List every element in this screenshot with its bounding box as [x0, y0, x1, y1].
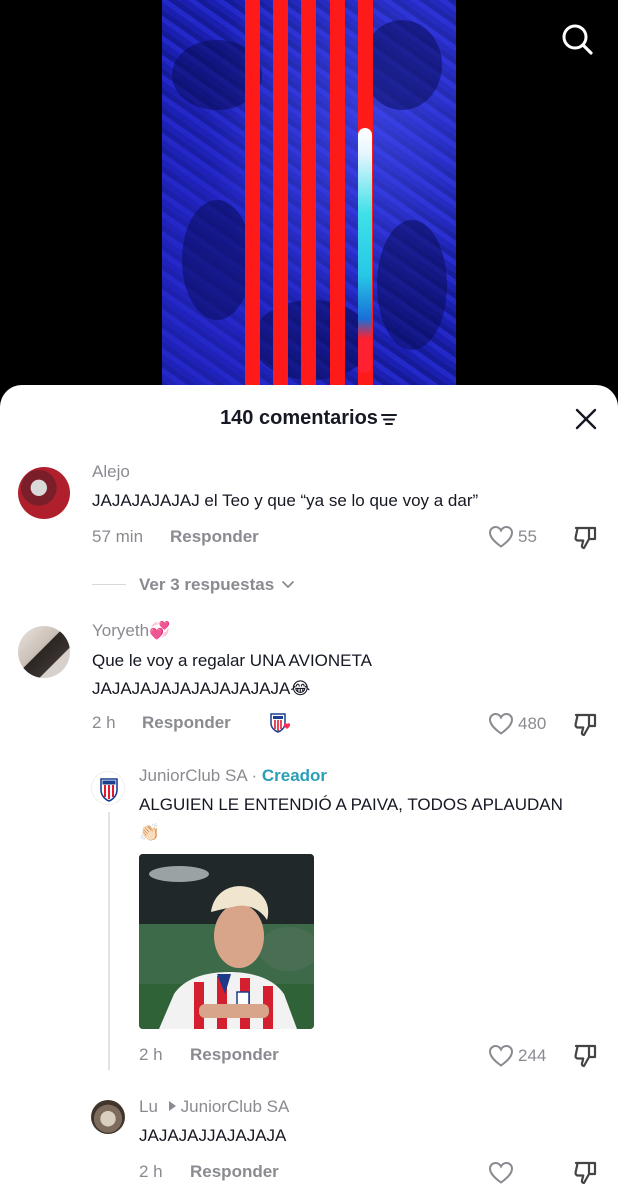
- crowd-shape: [182, 200, 252, 320]
- username-separator: ·: [246, 766, 262, 785]
- red-stripe: [245, 0, 260, 400]
- reply-arrow-icon: [168, 1101, 176, 1111]
- red-stripe: [301, 0, 316, 400]
- reply-time: 2 h: [139, 1045, 163, 1064]
- comment-time: 2 h: [92, 713, 116, 732]
- avatar[interactable]: [91, 1100, 125, 1134]
- avatar[interactable]: [18, 626, 70, 678]
- dislike-icon[interactable]: [572, 1042, 600, 1070]
- reply-time: 2 h: [139, 1162, 163, 1181]
- comment-time: 57 min: [92, 527, 144, 546]
- video-color-bar: [358, 128, 372, 373]
- comment-text-line-1: Que le voy a regalar UNA AVIONETA: [92, 651, 372, 670]
- reply-username-line: Lu JuniorClub SA: [139, 1097, 289, 1117]
- reply-thread-line: [108, 812, 110, 1070]
- chevron-down-icon: [281, 581, 294, 588]
- reply-username[interactable]: Lu: [139, 1097, 158, 1116]
- reply-gif-image[interactable]: [139, 854, 314, 1029]
- like-button[interactable]: 480: [488, 712, 546, 736]
- like-count: 480: [518, 714, 547, 733]
- red-stripe: [273, 0, 288, 400]
- view-replies-button[interactable]: Ver 3 respuestas: [139, 575, 295, 595]
- heart-icon: [488, 1044, 514, 1067]
- like-count: 55: [518, 527, 537, 546]
- like-button[interactable]: 244: [488, 1044, 546, 1068]
- crowd-shape: [377, 220, 447, 350]
- creator-badge: Creador: [261, 766, 328, 785]
- creator-liked-badge-icon: [270, 713, 291, 733]
- sort-lines-icon[interactable]: [380, 411, 398, 427]
- comments-title: 140 comentarios: [0, 407, 618, 430]
- replies-divider: [92, 584, 126, 585]
- dislike-icon[interactable]: [572, 711, 600, 739]
- reply-username[interactable]: JuniorClub SA: [139, 766, 247, 785]
- reply-button[interactable]: Responder: [142, 713, 231, 733]
- view-replies-label: Ver 3 respuestas: [139, 575, 275, 594]
- heart-icon: [488, 712, 514, 735]
- close-icon[interactable]: [572, 405, 600, 433]
- avatar[interactable]: [91, 771, 125, 805]
- reply-button[interactable]: Responder: [190, 1162, 279, 1182]
- reply-username-line: JuniorClub SA · Creador: [139, 766, 327, 786]
- reply-text: ALGUIEN LE ENTENDIÓ A PAIVA, TODOS APLAU…: [139, 795, 563, 814]
- reply-button[interactable]: Responder: [170, 527, 259, 547]
- gif-player-illustration: [139, 854, 314, 1029]
- heart-icon: [488, 525, 514, 548]
- like-count: 244: [518, 1046, 547, 1065]
- video-player[interactable]: [0, 0, 618, 400]
- crowd-shape: [362, 20, 442, 110]
- reply-to-username[interactable]: JuniorClub SA: [181, 1097, 290, 1116]
- like-button[interactable]: [488, 1161, 518, 1185]
- comment-text-line-2: JAJAJAJAJAJAJAJAJAJA😂: [92, 679, 311, 698]
- dislike-icon[interactable]: [572, 1159, 600, 1187]
- reply-button[interactable]: Responder: [190, 1045, 279, 1065]
- avatar[interactable]: [18, 467, 70, 519]
- reply-emoji: 👏🏻: [139, 823, 161, 842]
- like-button[interactable]: 55: [488, 525, 537, 549]
- sheet-header: 140 comentarios: [0, 385, 618, 451]
- comments-count-label: 140 comentarios: [220, 407, 378, 429]
- dislike-icon[interactable]: [572, 524, 600, 552]
- comment-username[interactable]: Yoryeth💞: [92, 621, 170, 641]
- reply-text: JAJAJAJJAJAJAJA: [139, 1126, 287, 1145]
- heart-icon: [488, 1161, 514, 1184]
- comment-username[interactable]: Alejo: [92, 462, 130, 482]
- comment-text: JAJAJAJAJAJ el Teo y que “ya se lo que v…: [92, 491, 479, 510]
- red-stripe: [330, 0, 345, 400]
- search-icon[interactable]: [560, 22, 594, 56]
